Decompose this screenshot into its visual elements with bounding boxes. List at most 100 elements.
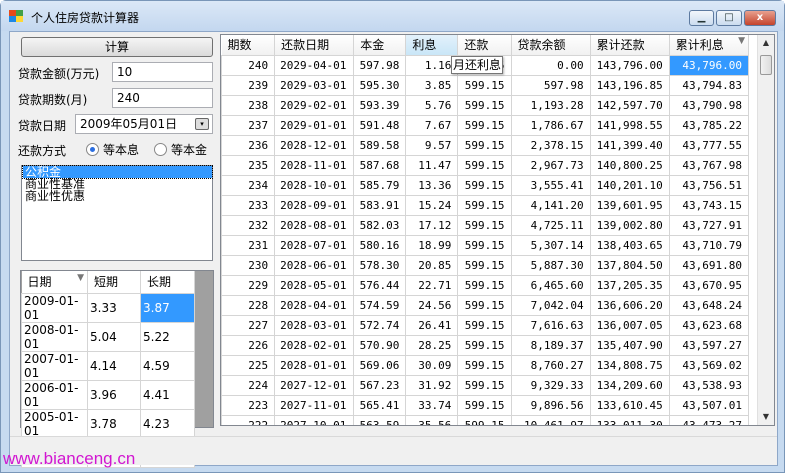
table-cell[interactable]: 43,756.51 — [668, 174, 750, 196]
table-cell[interactable]: 2029-01-01 — [274, 114, 355, 136]
column-header[interactable]: 期数 — [221, 35, 276, 56]
table-cell[interactable]: 137,205.35 — [589, 274, 670, 296]
table-cell[interactable]: 43,538.93 — [668, 374, 750, 396]
table-cell[interactable]: 224 — [221, 374, 276, 396]
table-cell[interactable]: 570.90 — [353, 334, 407, 356]
table-cell[interactable]: 24.56 — [405, 294, 459, 316]
table-cell[interactable]: 43,785.22 — [668, 114, 750, 136]
calculate-button[interactable]: 计算 — [21, 37, 213, 57]
table-cell[interactable]: 43,790.98 — [668, 94, 750, 116]
table-cell[interactable]: 143,796.00 — [589, 54, 670, 76]
table-cell[interactable]: 4,141.20 — [510, 194, 591, 216]
table-row[interactable]: 225 2028-01-01 569.06 30.09 599.15 8,760.27 13… — [221, 354, 750, 376]
table-cell[interactable]: 238 — [221, 94, 276, 116]
table-cell[interactable]: 140,800.25 — [589, 154, 670, 176]
table-cell[interactable]: 43,623.68 — [668, 314, 750, 336]
table-cell[interactable]: 30.09 — [405, 354, 459, 376]
table-cell[interactable]: 229 — [221, 274, 276, 296]
table-cell[interactable]: 0.00 — [510, 54, 591, 76]
table-cell[interactable]: 225 — [221, 354, 276, 376]
table-cell[interactable]: 599.15 — [457, 354, 512, 376]
rate-cell[interactable]: 4.41 — [140, 379, 195, 410]
table-cell[interactable]: 234 — [221, 174, 276, 196]
table-cell[interactable]: 2028-04-01 — [274, 294, 355, 316]
radio-equal-principal[interactable]: 等本金 — [154, 141, 207, 157]
column-header[interactable]: 长期 — [140, 271, 195, 293]
table-cell[interactable]: 593.39 — [353, 94, 407, 116]
rate-cell[interactable]: 2007-01-01 — [21, 350, 88, 381]
table-cell[interactable]: 5,887.30 — [510, 254, 591, 276]
column-header[interactable]: 累计利息 ▼ — [669, 35, 750, 56]
table-cell[interactable]: 43,767.98 — [668, 154, 750, 176]
table-cell[interactable]: 2028-02-01 — [274, 334, 355, 356]
table-cell[interactable]: 565.41 — [353, 394, 407, 416]
table-cell[interactable]: 43,727.91 — [668, 214, 750, 236]
table-cell[interactable]: 580.16 — [353, 234, 407, 256]
table-cell[interactable]: 226 — [221, 334, 276, 356]
table-row[interactable]: 234 2028-10-01 585.79 13.36 599.15 3,555.41 14… — [221, 174, 750, 196]
table-cell[interactable]: 8,760.27 — [510, 354, 591, 376]
table-cell[interactable]: 43,794.83 — [668, 74, 750, 96]
table-cell[interactable]: 2029-03-01 — [274, 74, 355, 96]
table-cell[interactable]: 9.57 — [405, 134, 459, 156]
table-cell[interactable]: 43,710.79 — [668, 234, 750, 256]
table-cell[interactable]: 43,507.01 — [668, 394, 750, 416]
date-picker[interactable]: 2009年05月01日 ▾ — [75, 114, 213, 134]
column-header[interactable]: 利息 — [405, 35, 459, 56]
table-cell[interactable]: 43,597.27 — [668, 334, 750, 356]
table-row[interactable]: 230 2028-06-01 578.30 20.85 599.15 5,887.30 13… — [221, 254, 750, 276]
table-cell[interactable]: 20.85 — [405, 254, 459, 276]
table-cell[interactable]: 3.85 — [405, 74, 459, 96]
table-cell[interactable]: 2028-10-01 — [274, 174, 355, 196]
rate-row[interactable]: 2005-01-01 3.78 4.23 — [21, 408, 195, 439]
minimize-button[interactable]: ▁ — [689, 10, 714, 26]
table-cell[interactable]: 599.15 — [457, 374, 512, 396]
table-cell[interactable]: 227 — [221, 314, 276, 336]
table-cell[interactable]: 599.15 — [457, 394, 512, 416]
table-cell[interactable]: 2028-01-01 — [274, 354, 355, 376]
table-cell[interactable]: 138,403.65 — [589, 234, 670, 256]
table-cell[interactable]: 2028-09-01 — [274, 194, 355, 216]
table-cell[interactable]: 228 — [221, 294, 276, 316]
table-cell[interactable]: 3,555.41 — [510, 174, 591, 196]
table-cell[interactable]: 2028-07-01 — [274, 234, 355, 256]
table-cell[interactable]: 2027-10-01 — [274, 414, 355, 425]
table-cell[interactable]: 231 — [221, 234, 276, 256]
table-cell[interactable]: 136,606.20 — [589, 294, 670, 316]
table-cell[interactable]: 583.91 — [353, 194, 407, 216]
rate-cell[interactable]: 3.78 — [87, 408, 141, 439]
table-cell[interactable]: 599.15 — [457, 114, 512, 136]
rate-row[interactable]: 2008-01-01 5.04 5.22 — [21, 321, 195, 352]
rate-cell[interactable]: 5.22 — [140, 321, 195, 352]
table-cell[interactable]: 141,998.55 — [589, 114, 670, 136]
loan-type-listbox[interactable]: 公积金 商业性基准 商业性优惠 — [21, 165, 213, 261]
table-row[interactable]: 222 2027-10-01 563.59 35.56 599.15 10,461.97 1… — [221, 414, 750, 425]
table-cell[interactable]: 33.74 — [405, 394, 459, 416]
column-header[interactable]: 还款 — [457, 35, 512, 56]
table-cell[interactable]: 43,691.80 — [668, 254, 750, 276]
table-cell[interactable]: 595.30 — [353, 74, 407, 96]
table-cell[interactable]: 240 — [221, 54, 276, 76]
table-cell[interactable]: 232 — [221, 214, 276, 236]
table-cell[interactable]: 236 — [221, 134, 276, 156]
radio-equal-installment[interactable]: 等本息 — [86, 141, 139, 157]
table-cell[interactable]: 1,786.67 — [510, 114, 591, 136]
table-row[interactable]: 224 2027-12-01 567.23 31.92 599.15 9,329.33 13… — [221, 374, 750, 396]
table-cell[interactable]: 10,461.97 — [510, 414, 591, 425]
table-cell[interactable]: 139,002.80 — [589, 214, 670, 236]
table-cell[interactable]: 599.15 — [457, 314, 512, 336]
table-row[interactable]: 239 2029-03-01 595.30 3.85 599.15 597.98 143,1… — [221, 74, 750, 96]
table-cell[interactable]: 235 — [221, 154, 276, 176]
table-cell[interactable]: 134,808.75 — [589, 354, 670, 376]
table-row[interactable]: 228 2028-04-01 574.59 24.56 599.15 7,042.04 13… — [221, 294, 750, 316]
table-row[interactable]: 237 2029-01-01 591.48 7.67 599.15 1,786.67 141… — [221, 114, 750, 136]
table-cell[interactable]: 230 — [221, 254, 276, 276]
table-cell[interactable]: 2,378.15 — [510, 134, 591, 156]
table-cell[interactable]: 569.06 — [353, 354, 407, 376]
table-row[interactable]: 227 2028-03-01 572.74 26.41 599.15 7,616.63 13… — [221, 314, 750, 336]
table-cell[interactable]: 43,743.15 — [668, 194, 750, 216]
column-header[interactable]: 累计还款 — [590, 35, 670, 56]
rate-cell[interactable]: 3.96 — [87, 379, 141, 410]
table-cell[interactable]: 2028-06-01 — [274, 254, 355, 276]
scroll-up-icon[interactable]: ▲ — [758, 35, 774, 51]
